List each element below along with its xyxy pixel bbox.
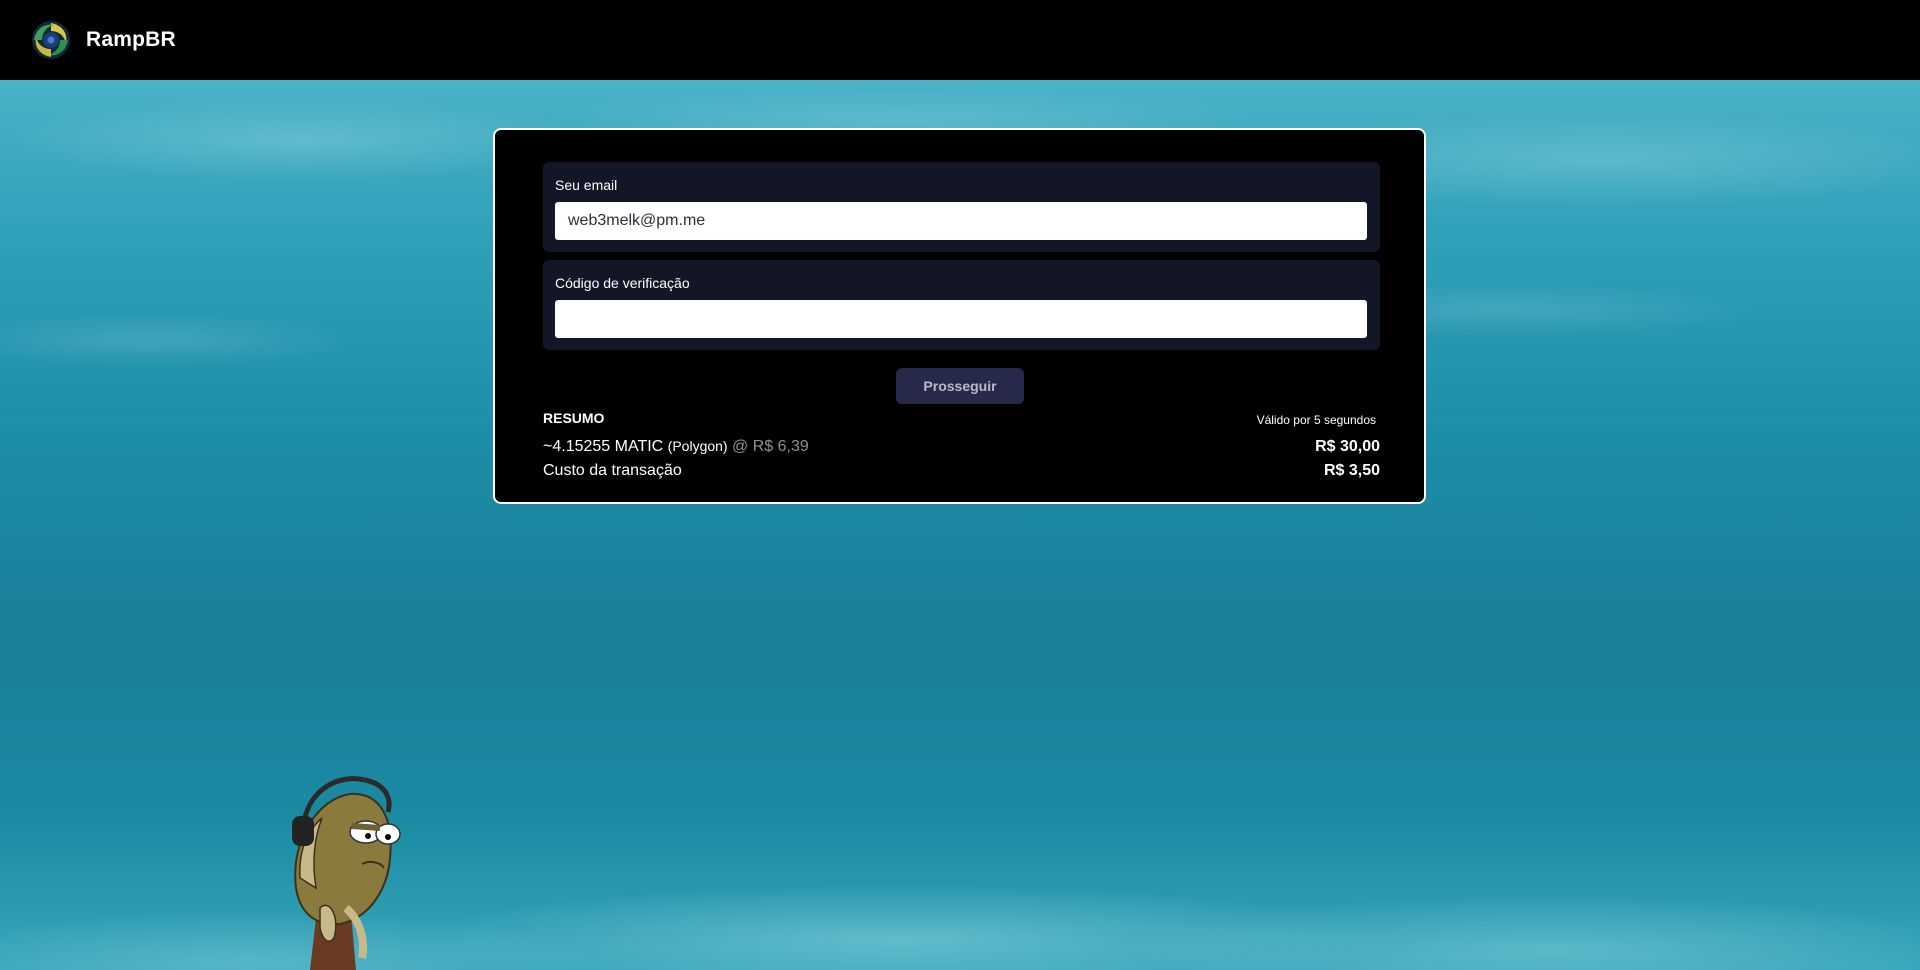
swirl-logo-icon (30, 19, 72, 61)
fish-with-headphones-icon (270, 768, 430, 970)
quote-validity: Válido por 5 segundos (1256, 413, 1376, 427)
token-quantity: ~4.15255 MATIC (543, 438, 664, 455)
brand-name: RampBR (86, 28, 176, 51)
email-input[interactable] (555, 202, 1367, 240)
checkout-card: Seu email Código de verificação Prossegu… (493, 128, 1426, 504)
transaction-cost-value: R$ 3,50 (1323, 462, 1380, 479)
verification-code-input[interactable] (555, 300, 1367, 338)
email-label: Seu email (555, 177, 618, 193)
summary-row-cost: Custo da transação R$ 3,50 (543, 462, 1380, 480)
exchange-rate: @ R$ 6,39 (732, 438, 809, 455)
summary-row-quote: ~4.15255 MATIC (Polygon) @ R$ 6,39 R$ 30… (543, 438, 1380, 456)
network-name: (Polygon) (667, 438, 728, 454)
summary-title: RESUMO (543, 410, 605, 426)
transaction-cost-label: Custo da transação (543, 462, 682, 479)
brand-home-link[interactable]: RampBR (30, 19, 176, 61)
quote-details: ~4.15255 MATIC (Polygon) @ R$ 6,39 (543, 438, 809, 456)
proceed-button[interactable]: Prosseguir (896, 368, 1024, 404)
total-amount: R$ 30,00 (1315, 438, 1380, 455)
email-field-group: Seu email (543, 162, 1380, 252)
verification-code-field-group: Código de verificação (543, 260, 1380, 350)
top-navigation-bar: RampBR (0, 0, 1920, 80)
verification-code-label: Código de verificação (555, 275, 690, 291)
